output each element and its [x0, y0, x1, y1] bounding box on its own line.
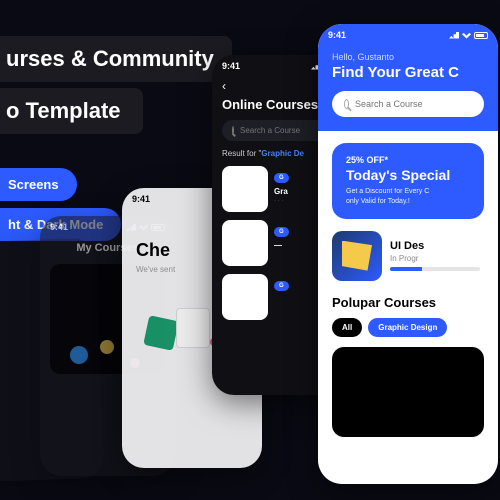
status-time: 9:41 [132, 194, 150, 204]
current-course-card[interactable]: UI Des In Progr [332, 231, 484, 281]
badge-screens: Screens [0, 168, 77, 201]
promo-desc: Get a Discount for Every Conly Valid for… [346, 187, 470, 207]
greeting: Hello, Gustanto [332, 52, 498, 62]
status-time: 9:41 [328, 30, 346, 40]
course-thumb [222, 274, 268, 320]
status-icons [449, 32, 488, 39]
promo-off: 25% OFF* [346, 155, 470, 165]
hero-title: Find Your Great C [332, 64, 498, 81]
progress-bar [390, 267, 480, 271]
search-input[interactable] [355, 99, 472, 109]
search-icon [344, 99, 349, 109]
pill-graphic-design[interactable]: Graphic Design [368, 318, 447, 337]
course-image [332, 231, 382, 281]
phone-mockup-home: 9:41 Hello, Gustanto Find Your Great C 2… [318, 24, 498, 484]
category-chip: G [274, 281, 289, 291]
category-chip: G [274, 227, 289, 237]
status-time: 9:41 [50, 222, 68, 232]
pill-all[interactable]: All [332, 318, 362, 337]
course-name: UI Des [390, 240, 480, 252]
search-icon [232, 126, 234, 135]
course-thumb [222, 166, 268, 212]
status-time: 9:41 [222, 61, 240, 71]
filter-pills: All Graphic Design [332, 318, 498, 337]
popular-course-card[interactable] [332, 347, 484, 437]
course-progress-label: In Progr [390, 254, 480, 263]
category-chip: G [274, 173, 289, 183]
promo-card[interactable]: 25% OFF* Today's Special Get a Discount … [332, 143, 484, 219]
popular-courses-heading: Polupar Courses [332, 295, 498, 310]
course-thumb [222, 220, 268, 266]
headline-line2: o Template [0, 88, 143, 134]
headline-line1: urses & Community [0, 36, 232, 82]
search-bar[interactable] [332, 91, 484, 117]
promo-deal: Today's Special [346, 167, 470, 183]
